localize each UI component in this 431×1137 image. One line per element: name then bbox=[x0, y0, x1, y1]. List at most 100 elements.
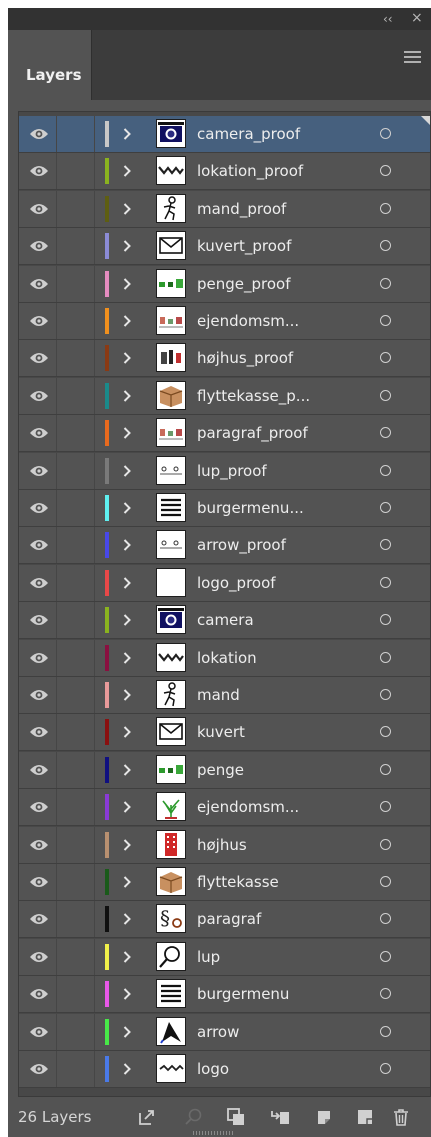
chevron-right-icon[interactable] bbox=[122, 725, 132, 739]
search-icon[interactable] bbox=[184, 1107, 204, 1127]
layer-name[interactable]: camera bbox=[197, 611, 254, 629]
target-circle-icon[interactable] bbox=[380, 801, 391, 813]
chevron-right-icon[interactable] bbox=[122, 987, 132, 1001]
target-circle-icon[interactable] bbox=[380, 277, 391, 289]
target-circle-icon[interactable] bbox=[380, 726, 391, 738]
clipping-mask-icon[interactable] bbox=[226, 1107, 246, 1127]
chevron-right-icon[interactable] bbox=[122, 501, 132, 515]
target-circle-icon[interactable] bbox=[380, 539, 391, 551]
layer-row[interactable]: § paragraf bbox=[19, 901, 430, 939]
layer-row[interactable]: paragraf_proof bbox=[19, 415, 430, 453]
target-circle-icon[interactable] bbox=[380, 315, 391, 326]
layer-name[interactable]: ejendomsm... bbox=[197, 312, 299, 330]
visibility-toggle[interactable] bbox=[19, 452, 57, 489]
tab-layers[interactable]: Layers bbox=[8, 30, 92, 100]
visibility-toggle[interactable] bbox=[19, 190, 57, 227]
target-circle-icon[interactable] bbox=[380, 913, 391, 925]
lock-toggle[interactable] bbox=[57, 116, 95, 152]
target-circle-icon[interactable] bbox=[380, 464, 391, 476]
layer-row[interactable]: burgermenu bbox=[19, 976, 430, 1014]
lock-toggle[interactable] bbox=[57, 340, 95, 377]
chevron-right-icon[interactable] bbox=[122, 426, 132, 440]
layer-row[interactable]: ejendomsm... bbox=[19, 303, 430, 340]
target-circle-icon[interactable] bbox=[380, 689, 391, 700]
visibility-toggle[interactable] bbox=[19, 303, 57, 339]
chevron-right-icon[interactable] bbox=[122, 576, 132, 590]
lock-toggle[interactable] bbox=[57, 602, 95, 639]
new-layer-icon[interactable] bbox=[355, 1107, 375, 1127]
lock-toggle[interactable] bbox=[57, 564, 95, 601]
lock-toggle[interactable] bbox=[57, 677, 95, 713]
layer-row[interactable]: burgermenu... bbox=[19, 490, 430, 527]
layer-name[interactable]: paragraf bbox=[197, 910, 261, 928]
layer-row[interactable]: lup bbox=[19, 938, 430, 976]
layer-row[interactable]: lup_proof bbox=[19, 452, 430, 490]
visibility-toggle[interactable] bbox=[19, 490, 57, 526]
layer-name[interactable]: penge_proof bbox=[197, 275, 291, 293]
visibility-toggle[interactable] bbox=[19, 564, 57, 601]
layer-name[interactable]: lokation_proof bbox=[197, 162, 303, 180]
lock-toggle[interactable] bbox=[57, 938, 95, 975]
target-circle-icon[interactable] bbox=[380, 1025, 391, 1037]
target-circle-icon[interactable] bbox=[380, 950, 391, 962]
close-panel-icon[interactable]: × bbox=[411, 10, 423, 26]
chevron-right-icon[interactable] bbox=[122, 277, 132, 291]
lock-toggle[interactable] bbox=[57, 1051, 95, 1087]
chevron-right-icon[interactable] bbox=[122, 538, 132, 552]
lock-toggle[interactable] bbox=[57, 864, 95, 900]
chevron-right-icon[interactable] bbox=[122, 464, 132, 478]
target-circle-icon[interactable] bbox=[380, 614, 391, 626]
target-circle-icon[interactable] bbox=[380, 352, 391, 364]
layer-name[interactable]: logo bbox=[197, 1060, 229, 1078]
visibility-toggle[interactable] bbox=[19, 265, 57, 302]
layer-name[interactable]: højhus bbox=[197, 836, 247, 854]
chevron-right-icon[interactable] bbox=[122, 1025, 132, 1039]
target-circle-icon[interactable] bbox=[380, 502, 391, 513]
target-circle-icon[interactable] bbox=[380, 1063, 391, 1074]
visibility-toggle[interactable] bbox=[19, 415, 57, 452]
lock-toggle[interactable] bbox=[57, 901, 95, 938]
lock-toggle[interactable] bbox=[57, 415, 95, 452]
chevron-right-icon[interactable] bbox=[122, 389, 132, 403]
lock-toggle[interactable] bbox=[57, 751, 95, 788]
chevron-right-icon[interactable] bbox=[122, 127, 132, 141]
lock-toggle[interactable] bbox=[57, 190, 95, 227]
chevron-right-icon[interactable] bbox=[122, 763, 132, 777]
visibility-toggle[interactable] bbox=[19, 1051, 57, 1087]
target-circle-icon[interactable] bbox=[380, 202, 391, 214]
chevron-right-icon[interactable] bbox=[122, 800, 132, 814]
lock-toggle[interactable] bbox=[57, 303, 95, 339]
target-circle-icon[interactable] bbox=[380, 427, 391, 439]
layer-row[interactable]: kuvert_proof bbox=[19, 228, 430, 266]
chevron-right-icon[interactable] bbox=[122, 838, 132, 852]
visibility-toggle[interactable] bbox=[19, 751, 57, 788]
visibility-toggle[interactable] bbox=[19, 938, 57, 975]
target-circle-icon[interactable] bbox=[380, 651, 391, 663]
layer-row[interactable]: arrow_proof bbox=[19, 527, 430, 565]
chevron-right-icon[interactable] bbox=[122, 613, 132, 627]
target-circle-icon[interactable] bbox=[380, 576, 391, 588]
target-circle-icon[interactable] bbox=[380, 988, 391, 1000]
visibility-toggle[interactable] bbox=[19, 789, 57, 826]
export-icon[interactable] bbox=[137, 1107, 157, 1127]
layer-row[interactable]: camera bbox=[19, 602, 430, 640]
layer-name[interactable]: mand bbox=[197, 686, 240, 704]
target-circle-icon[interactable] bbox=[380, 876, 391, 887]
layer-row[interactable]: camera_proof bbox=[19, 116, 430, 153]
layer-name[interactable]: ejendomsm... bbox=[197, 798, 299, 816]
move-to-layer-icon[interactable] bbox=[270, 1107, 290, 1127]
visibility-toggle[interactable] bbox=[19, 602, 57, 639]
visibility-toggle[interactable] bbox=[19, 677, 57, 713]
layer-name[interactable]: lokation bbox=[197, 649, 257, 667]
layer-name[interactable]: lup_proof bbox=[197, 462, 267, 480]
lock-toggle[interactable] bbox=[57, 714, 95, 751]
layer-name[interactable]: penge bbox=[197, 761, 244, 779]
lock-toggle[interactable] bbox=[57, 452, 95, 489]
lock-toggle[interactable] bbox=[57, 976, 95, 1013]
layer-row[interactable]: ejendomsm... bbox=[19, 789, 430, 827]
layer-name[interactable]: logo_proof bbox=[197, 574, 276, 592]
chevron-right-icon[interactable] bbox=[122, 912, 132, 926]
lock-toggle[interactable] bbox=[57, 1013, 95, 1050]
layer-row[interactable]: penge bbox=[19, 751, 430, 789]
target-circle-icon[interactable] bbox=[380, 128, 391, 139]
